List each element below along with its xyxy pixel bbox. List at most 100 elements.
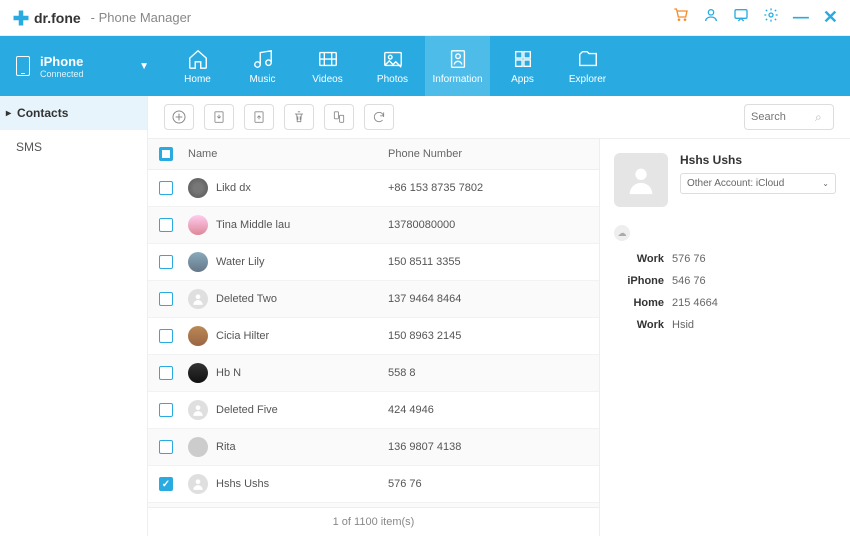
contact-name: Hshs Ushs	[216, 478, 269, 490]
nav-tab-label: Photos	[377, 74, 408, 85]
contact-phone: 150 8511 3355	[388, 256, 461, 268]
contact-avatar	[188, 215, 208, 235]
field-label: iPhone	[614, 275, 664, 287]
contact-detail: Hshs Ushs Other Account: iCloud ⌄ ☁ Work…	[600, 139, 850, 536]
device-selector[interactable]: iPhone Connected ▼	[0, 54, 165, 79]
logo-icon	[12, 9, 30, 27]
table-row[interactable]: Rita136 9807 4138	[148, 429, 599, 466]
chevron-down-icon: ▼	[139, 61, 149, 72]
field-value: Hsid	[672, 319, 694, 331]
feedback-icon[interactable]	[733, 7, 749, 28]
content: ⌕ Name Phone Number Likd dx+86 153 8735 …	[148, 96, 850, 536]
row-checkbox[interactable]	[159, 255, 173, 269]
device-status: Connected	[40, 69, 84, 79]
table-row[interactable]: Tina Middle lau 13780080000	[148, 207, 599, 244]
user-icon[interactable]	[703, 7, 719, 28]
main-area: ContactsSMS ⌕ Name Phone Number Likd d	[0, 96, 850, 536]
table-row[interactable]: Hb N558 8	[148, 355, 599, 392]
nav-tab-information[interactable]: Information	[425, 36, 490, 96]
sidebar-item-contacts[interactable]: Contacts	[0, 96, 147, 130]
contact-avatar	[188, 289, 208, 309]
settings-icon[interactable]	[763, 7, 779, 28]
search-icon: ⌕	[815, 110, 822, 125]
nav-tab-home[interactable]: Home	[165, 36, 230, 96]
cart-icon[interactable]	[673, 7, 689, 28]
contact-avatar	[188, 252, 208, 272]
table-row[interactable]: Cicia Hilter150 8963 2145	[148, 318, 599, 355]
nav-tab-explorer[interactable]: Explorer	[555, 36, 620, 96]
contact-name: Likd dx	[216, 182, 251, 194]
contact-phone: 13780080000	[388, 219, 455, 231]
contact-phone: 424 4946	[388, 404, 434, 416]
detail-avatar	[614, 153, 668, 207]
titlebar-right: — ✕	[673, 7, 838, 28]
contact-name: Hb N	[216, 367, 241, 379]
cloud-icon: ☁	[614, 225, 630, 241]
nav-tab-label: Information	[432, 74, 482, 85]
table-row[interactable]: Hshs Ushs 576 76	[148, 466, 599, 503]
search-box[interactable]: ⌕	[744, 104, 834, 130]
table-rows: Likd dx+86 153 8735 7802 Tina Middle lau 1…	[148, 170, 599, 507]
table-row[interactable]: Deleted Five424 4946	[148, 392, 599, 429]
sidebar: ContactsSMS	[0, 96, 148, 536]
contact-avatar	[188, 400, 208, 420]
row-checkbox[interactable]	[159, 218, 173, 232]
delete-button[interactable]	[284, 104, 314, 130]
contact-name: Tina Middle lau	[216, 219, 290, 231]
import-button[interactable]	[204, 104, 234, 130]
refresh-button[interactable]	[364, 104, 394, 130]
contact-avatar	[188, 326, 208, 346]
field-label: Home	[614, 297, 664, 309]
row-checkbox[interactable]	[159, 366, 173, 380]
row-checkbox[interactable]	[159, 292, 173, 306]
music-icon	[252, 48, 274, 70]
field-value: 215 4664	[672, 297, 718, 309]
account-label: Other Account: iCloud	[687, 178, 784, 189]
sidebar-item-sms[interactable]: SMS	[0, 130, 147, 164]
row-checkbox[interactable]	[159, 329, 173, 343]
export-button[interactable]	[244, 104, 274, 130]
phone-icon	[16, 56, 30, 76]
detail-field: iPhone546 76	[614, 275, 836, 287]
column-header-phone[interactable]: Phone Number	[384, 139, 599, 169]
detail-fields: Work576 76iPhone546 76Home215 4664WorkHs…	[614, 253, 836, 331]
select-all-checkbox[interactable]	[159, 147, 173, 161]
contact-name: Cicia Hilter	[216, 330, 269, 342]
detail-name: Hshs Ushs	[680, 153, 836, 167]
table-row[interactable]: Likd dx+86 153 8735 7802	[148, 170, 599, 207]
minimize-icon[interactable]: —	[793, 9, 809, 27]
nav-tab-apps[interactable]: Apps	[490, 36, 555, 96]
app-logo: dr.fone	[12, 9, 81, 27]
explorer-icon	[577, 48, 599, 70]
account-select[interactable]: Other Account: iCloud ⌄	[680, 173, 836, 194]
row-checkbox[interactable]	[159, 440, 173, 454]
close-icon[interactable]: ✕	[823, 7, 838, 28]
contacts-table: Name Phone Number Likd dx+86 153 8735 78…	[148, 139, 600, 536]
row-checkbox[interactable]	[159, 477, 173, 491]
chevron-down-icon: ⌄	[822, 179, 829, 188]
transfer-button[interactable]	[324, 104, 354, 130]
row-checkbox[interactable]	[159, 181, 173, 195]
app-subtitle: - Phone Manager	[91, 10, 191, 25]
field-value: 576 76	[672, 253, 706, 265]
add-button[interactable]	[164, 104, 194, 130]
device-name: iPhone	[40, 54, 84, 69]
toolbar: ⌕	[148, 96, 850, 138]
column-header-name[interactable]: Name	[184, 139, 384, 169]
device-info: iPhone Connected	[40, 54, 84, 79]
search-input[interactable]	[751, 111, 811, 123]
nav-tab-photos[interactable]: Photos	[360, 36, 425, 96]
contact-phone: 576 76	[388, 478, 422, 490]
apps-icon	[512, 48, 534, 70]
row-checkbox[interactable]	[159, 403, 173, 417]
table-footer: 1 of 1100 item(s)	[148, 507, 599, 536]
detail-info: Hshs Ushs Other Account: iCloud ⌄	[680, 153, 836, 207]
nav-tab-videos[interactable]: Videos	[295, 36, 360, 96]
detail-field: Work576 76	[614, 253, 836, 265]
home-icon	[187, 48, 209, 70]
table-row[interactable]: Water Lily150 8511 3355	[148, 244, 599, 281]
table-header: Name Phone Number	[148, 139, 599, 170]
table-row[interactable]: Deleted Two137 9464 8464	[148, 281, 599, 318]
nav-tab-music[interactable]: Music	[230, 36, 295, 96]
photos-icon	[382, 48, 404, 70]
